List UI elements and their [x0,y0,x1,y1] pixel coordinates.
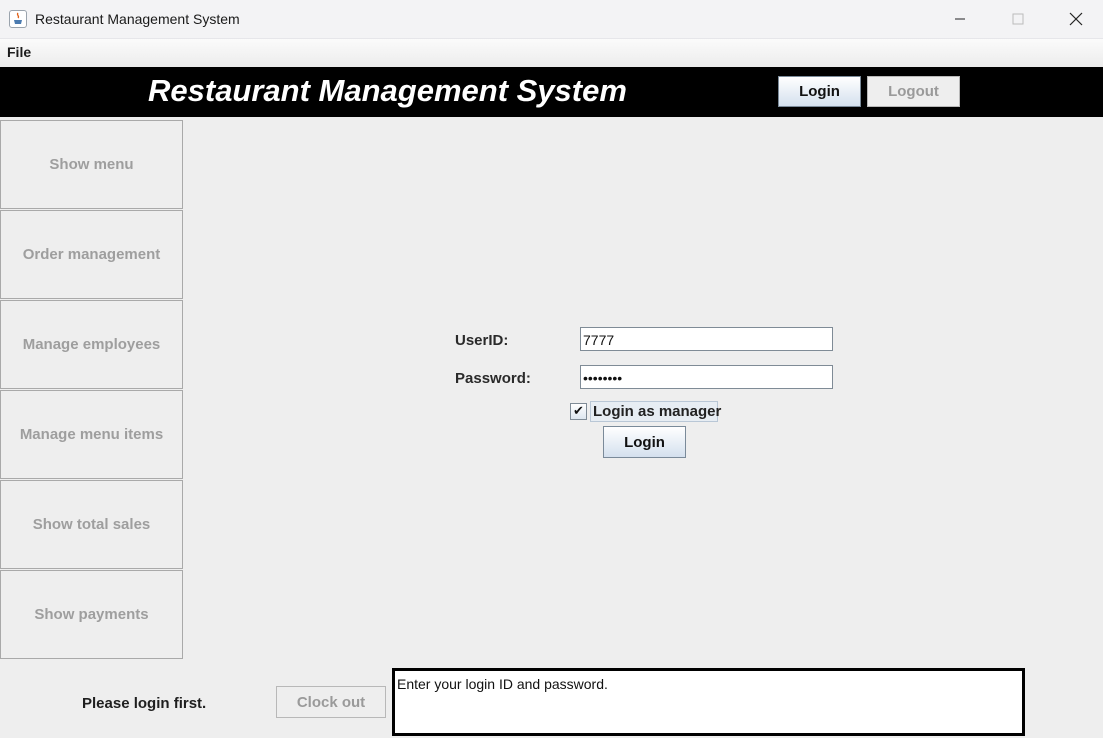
sidebar-manage-employees-button[interactable]: Manage employees [0,300,183,389]
status-text: Please login first. [82,695,207,712]
window-titlebar: Restaurant Management System [0,0,1103,39]
userid-input[interactable]: 7777 [580,327,833,351]
header-logout-button[interactable]: Logout [867,76,960,107]
manager-checkbox-label[interactable]: Login as manager [590,401,721,422]
password-input[interactable]: •••••••• [580,365,833,389]
close-icon[interactable] [1047,0,1103,38]
password-label: Password: [455,370,531,387]
manager-checkbox[interactable]: ✔ [570,403,587,420]
message-area: Enter your login ID and password. [392,668,1025,736]
java-coffee-icon [9,10,27,28]
sidebar-order-management-button[interactable]: Order management [0,210,183,299]
window-title: Restaurant Management System [35,11,240,27]
userid-label: UserID: [455,332,509,349]
sidebar-show-menu-button[interactable]: Show menu [0,120,183,209]
header-login-button[interactable]: Login [778,76,861,107]
sidebar-manage-menu-items-button[interactable]: Manage menu items [0,390,183,479]
sidebar-show-payments-button[interactable]: Show payments [0,570,183,659]
menu-bar: File [0,39,1103,67]
sidebar-show-total-sales-button[interactable]: Show total sales [0,480,183,569]
app-header: Restaurant Management System Login Logou… [0,67,1103,117]
login-button[interactable]: Login [603,426,686,458]
clock-out-button[interactable]: Clock out [276,686,386,718]
minimize-icon[interactable] [931,0,989,38]
header-title: Restaurant Management System [148,73,627,108]
maximize-icon[interactable] [989,0,1047,38]
menu-file[interactable]: File [7,44,31,60]
